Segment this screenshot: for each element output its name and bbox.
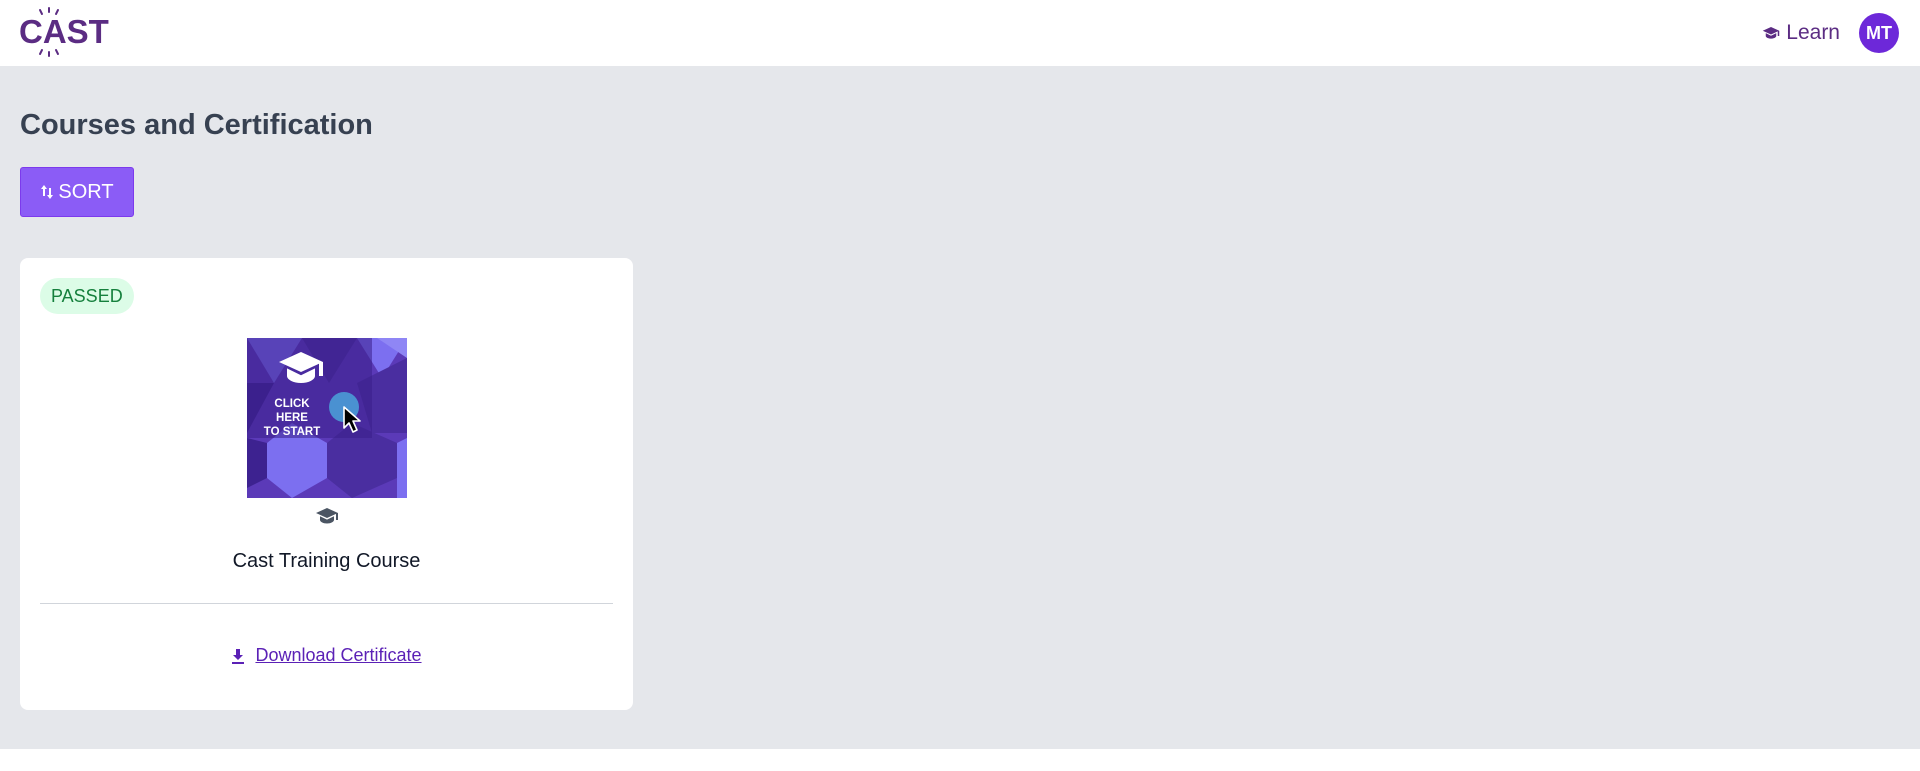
svg-text:CAST: CAST (19, 13, 109, 50)
status-badge: PASSED (40, 278, 134, 314)
download-certificate-row: Download Certificate (20, 645, 633, 666)
graduation-cap-icon (1762, 24, 1780, 42)
sort-button-label: SORT (58, 180, 114, 203)
top-navigation-bar: CAST Learn MT (0, 0, 1920, 67)
download-certificate-link[interactable]: Download Certificate (255, 645, 421, 666)
user-avatar[interactable]: MT (1859, 13, 1899, 53)
nav-learn-link[interactable]: Learn (1762, 19, 1840, 47)
page-title: Courses and Certification (20, 109, 373, 141)
graduation-cap-icon (279, 352, 323, 383)
thumbnail-caption: CLICK HERE TO START (257, 397, 327, 439)
sort-arrows-icon (40, 184, 54, 200)
course-thumbnail-start-button[interactable]: CLICK HERE TO START (247, 338, 407, 498)
cursor-pointer-icon (329, 392, 361, 433)
sort-button[interactable]: SORT (20, 167, 134, 217)
course-card: PASSED CLICK HERE TO START Cast Training… (20, 258, 633, 710)
thumbnail-caption-line-2: TO START (263, 426, 321, 438)
footer-area (0, 749, 1920, 771)
thumbnail-caption-line-1: CLICK HERE (274, 398, 310, 424)
main-content: Courses and Certification SORT PASSED CL… (0, 67, 1920, 749)
download-icon (231, 648, 245, 664)
nav-learn-label: Learn (1786, 21, 1840, 44)
graduation-cap-icon (315, 506, 339, 528)
cast-logo[interactable]: CAST (19, 7, 109, 57)
course-title: Cast Training Course (232, 550, 421, 572)
card-divider (40, 603, 613, 604)
